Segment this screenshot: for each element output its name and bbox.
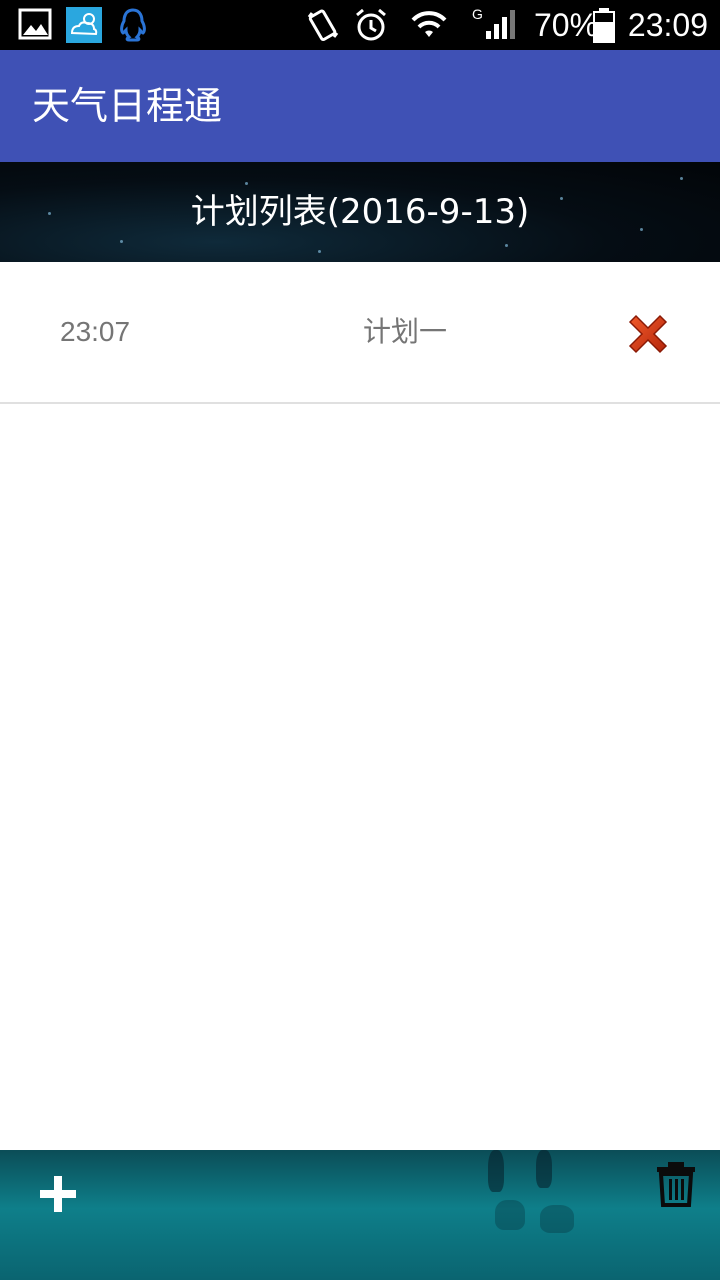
trash-icon[interactable] xyxy=(654,1160,698,1208)
decorative-figure xyxy=(540,1205,574,1233)
app-bar: 天气日程通 xyxy=(0,50,720,162)
qq-icon xyxy=(120,8,146,42)
battery-icon xyxy=(593,8,615,43)
close-icon[interactable] xyxy=(624,310,672,358)
plan-time: 23:07 xyxy=(60,316,131,347)
plan-list-title: 计划列表(2016-9-13) xyxy=(190,192,530,232)
vibrate-icon xyxy=(307,9,339,42)
app-title: 天气日程通 xyxy=(32,84,223,128)
plus-icon[interactable] xyxy=(36,1172,80,1216)
decorative-figure xyxy=(495,1200,525,1230)
decorative-figure xyxy=(536,1150,552,1188)
decorative-figure xyxy=(488,1150,504,1192)
plan-name: 计划一 xyxy=(362,315,447,348)
status-bar: G 70% 23:09 xyxy=(0,0,720,50)
screen: G 70% 23:09 天气日程通 计划列表(2016-9-13) 23:07 xyxy=(0,0,720,1280)
signal-icon xyxy=(486,10,515,39)
battery-percent: 70% xyxy=(534,7,599,43)
plan-row[interactable]: 23:07 计划一 xyxy=(0,262,720,404)
wifi-icon xyxy=(411,11,447,37)
weather-app-icon xyxy=(66,7,102,43)
gallery-icon xyxy=(18,8,52,40)
network-type-label: G xyxy=(472,6,483,22)
status-time: 23:09 xyxy=(627,7,708,43)
bottom-toolbar xyxy=(0,1150,720,1280)
plan-list-header: 计划列表(2016-9-13) xyxy=(0,162,720,262)
alarm-icon xyxy=(356,8,386,41)
